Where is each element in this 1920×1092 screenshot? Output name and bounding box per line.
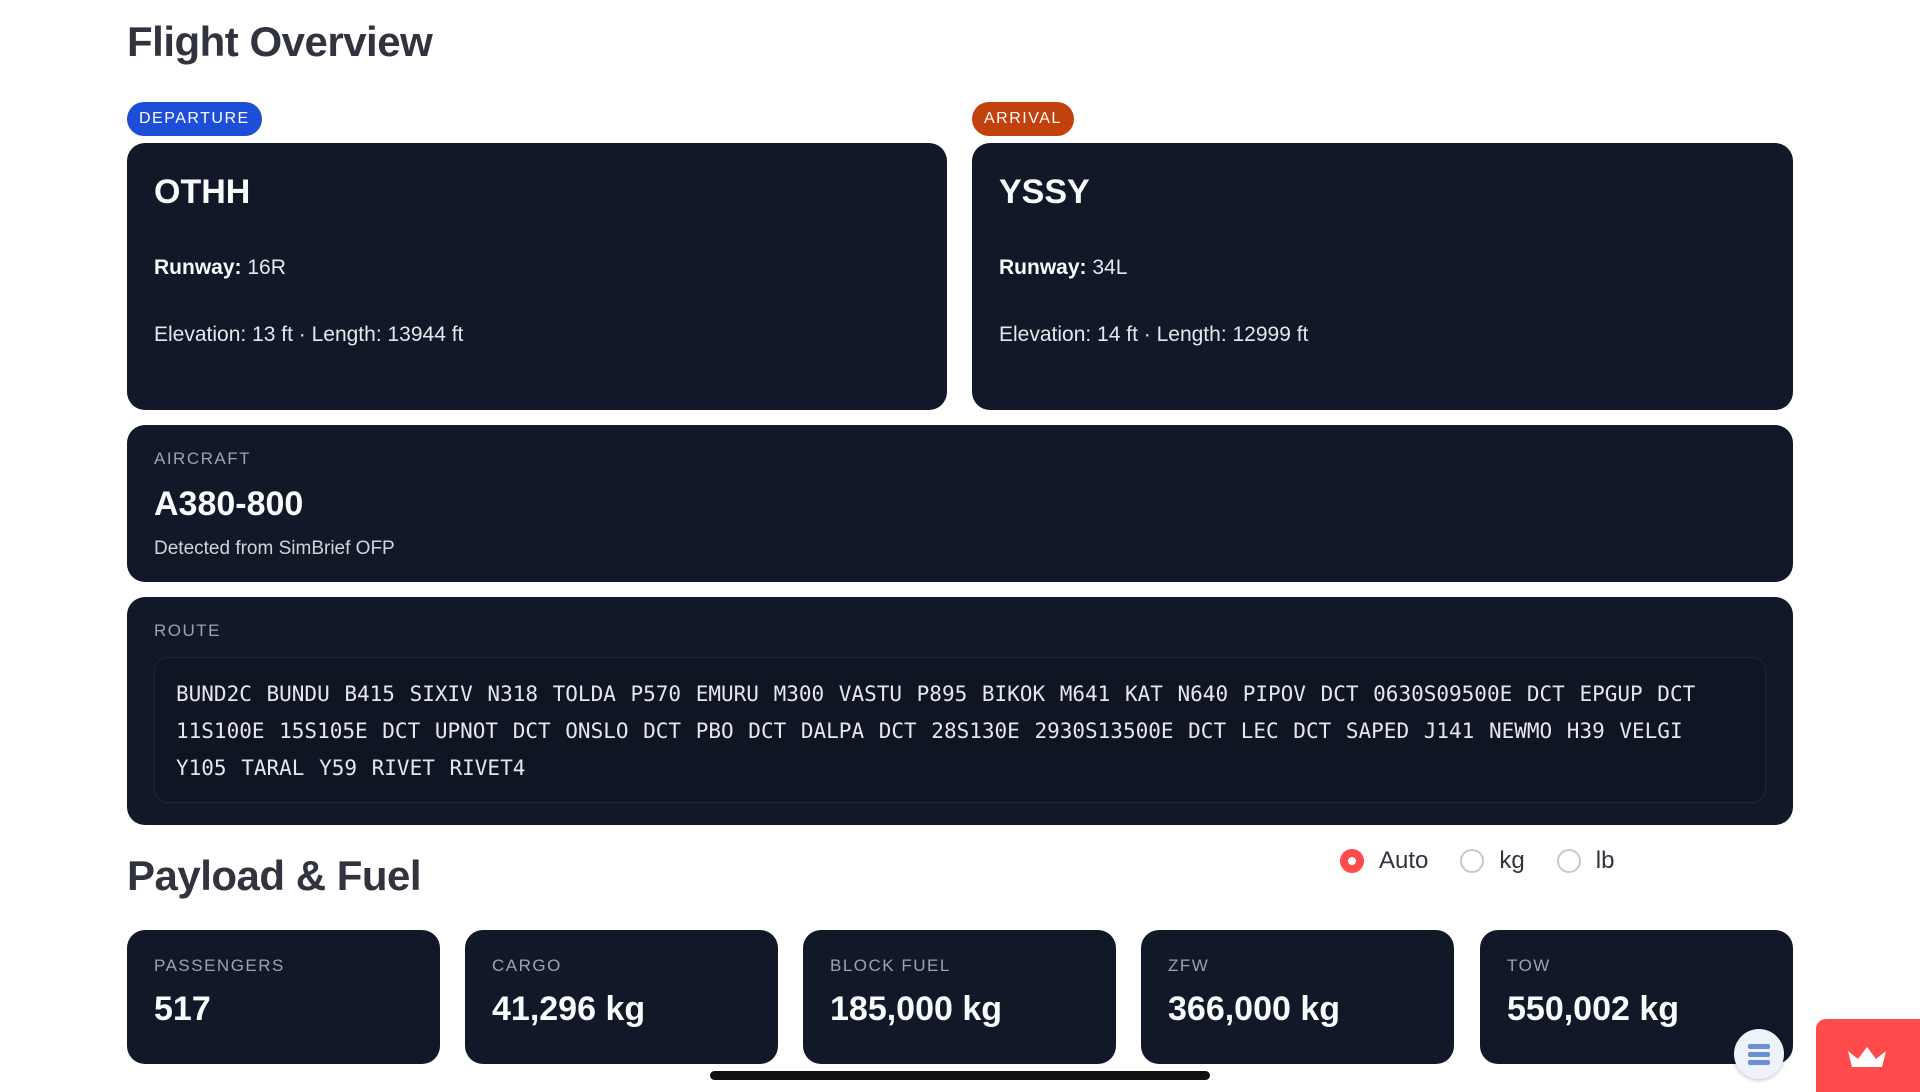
unit-option-label: lb bbox=[1595, 847, 1615, 874]
departure-runway-label: Runway: bbox=[154, 256, 242, 279]
metric-block-fuel: BLOCK FUEL 185,000 kg bbox=[803, 930, 1116, 1064]
arrival-badge: ARRIVAL bbox=[972, 102, 1074, 136]
arrival-runway-value: 34L bbox=[1092, 256, 1128, 279]
payload-fuel-title: Payload & Fuel bbox=[127, 852, 422, 899]
metric-label: BLOCK FUEL bbox=[830, 956, 951, 975]
arrival-runway-label: Runway: bbox=[999, 256, 1087, 279]
metric-zfw: ZFW 366,000 kg bbox=[1141, 930, 1454, 1064]
unit-option-auto[interactable]: Auto bbox=[1340, 847, 1428, 875]
arrival-card: YSSY Runway: 34L Elevation: 14 ft · Leng… bbox=[972, 143, 1793, 410]
arrival-runway: Runway: 34L bbox=[999, 256, 1127, 280]
route-label: ROUTE bbox=[154, 621, 221, 640]
departure-airport-code: OTHH bbox=[154, 173, 251, 211]
metric-passengers: PASSENGERS 517 bbox=[127, 930, 440, 1064]
home-indicator bbox=[710, 1071, 1210, 1080]
aircraft-type: A380-800 bbox=[154, 485, 304, 523]
flight-overview-title: Flight Overview bbox=[127, 18, 433, 65]
metric-label: CARGO bbox=[492, 956, 562, 975]
floating-menu-button[interactable] bbox=[1734, 1029, 1784, 1079]
radio-auto[interactable] bbox=[1340, 849, 1364, 873]
unit-radio-group: Auto kg lb bbox=[1340, 846, 1646, 876]
deploy-badge[interactable] bbox=[1816, 1019, 1920, 1092]
radio-lb[interactable] bbox=[1556, 849, 1581, 873]
route-card: ROUTE BUND2C BUNDU B415 SIXIV N318 TOLDA… bbox=[127, 597, 1793, 825]
metric-value: 41,296 kg bbox=[492, 990, 646, 1028]
metric-cargo: CARGO 41,296 kg bbox=[465, 930, 778, 1064]
departure-card: OTHH Runway: 16R Elevation: 13 ft · Leng… bbox=[127, 143, 947, 410]
radio-kg[interactable] bbox=[1460, 849, 1485, 873]
unit-option-label: kg bbox=[1499, 847, 1525, 874]
metric-label: TOW bbox=[1507, 956, 1551, 975]
metric-value: 517 bbox=[154, 990, 211, 1028]
departure-runway: Runway: 16R bbox=[154, 256, 286, 280]
unit-option-kg[interactable]: kg bbox=[1460, 847, 1525, 875]
app-page: Flight Overview DEPARTURE ARRIVAL OTHH R… bbox=[0, 0, 1920, 1092]
arrival-airport-code: YSSY bbox=[999, 173, 1090, 211]
metric-value: 550,002 kg bbox=[1507, 990, 1680, 1028]
aircraft-label: AIRCRAFT bbox=[154, 449, 251, 468]
unit-option-label: Auto bbox=[1379, 847, 1429, 874]
unit-option-lb[interactable]: lb bbox=[1556, 847, 1615, 875]
metric-label: PASSENGERS bbox=[154, 956, 285, 975]
route-text: BUND2C BUNDU B415 SIXIV N318 TOLDA P570 … bbox=[154, 657, 1766, 803]
metric-label: ZFW bbox=[1168, 956, 1210, 975]
aircraft-source: Detected from SimBrief OFP bbox=[154, 538, 395, 559]
metric-value: 185,000 kg bbox=[830, 990, 1003, 1028]
crown-icon bbox=[1848, 1047, 1886, 1067]
arrival-elevation-length: Elevation: 14 ft · Length: 12999 ft bbox=[999, 323, 1309, 346]
departure-runway-value: 16R bbox=[247, 256, 286, 279]
metric-value: 366,000 kg bbox=[1168, 990, 1341, 1028]
aircraft-card: AIRCRAFT A380-800 Detected from SimBrief… bbox=[127, 425, 1793, 582]
departure-elevation-length: Elevation: 13 ft · Length: 13944 ft bbox=[154, 323, 464, 346]
menu-lines-icon bbox=[1748, 1044, 1770, 1065]
departure-badge: DEPARTURE bbox=[127, 102, 262, 136]
